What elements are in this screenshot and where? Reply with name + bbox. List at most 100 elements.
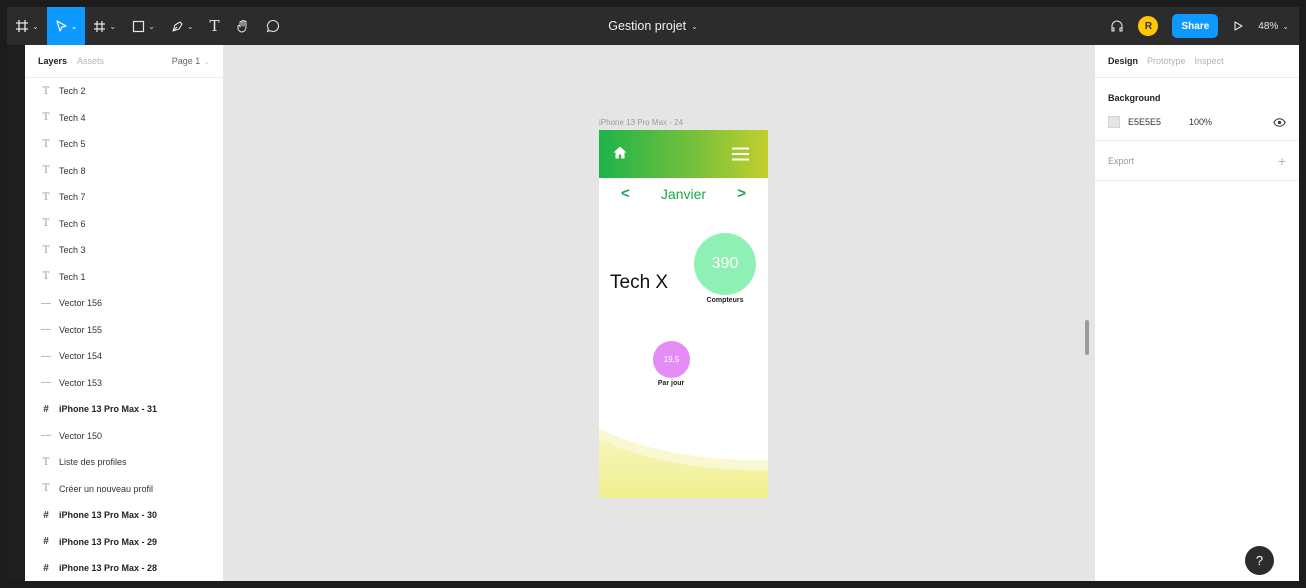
export-label: Export bbox=[1108, 155, 1135, 166]
layer-item[interactable]: T Tech 4 bbox=[25, 105, 223, 132]
daily-value: 19,5 bbox=[663, 355, 680, 364]
layer-item[interactable]: # iPhone 13 Pro Max - 30 bbox=[25, 502, 223, 529]
hamburger-menu-icon[interactable] bbox=[732, 147, 749, 161]
layer-item[interactable]: — Vector 150 bbox=[25, 423, 223, 450]
layer-item[interactable]: T Tech 5 bbox=[25, 131, 223, 158]
phone-header bbox=[599, 130, 768, 178]
chevron-down-icon: ⌄ bbox=[691, 21, 698, 31]
vector-layer-icon: — bbox=[41, 350, 51, 362]
layer-label: iPhone 13 Pro Max - 28 bbox=[59, 563, 158, 574]
background-color-swatch[interactable] bbox=[1108, 116, 1120, 128]
tab-design[interactable]: Design bbox=[1108, 56, 1138, 66]
text-layer-icon: T bbox=[42, 165, 50, 177]
avatar[interactable]: R bbox=[1138, 16, 1159, 36]
layer-item[interactable]: — Vector 153 bbox=[25, 370, 223, 397]
frame-layer-icon: # bbox=[43, 509, 49, 521]
add-export-icon[interactable]: + bbox=[1278, 153, 1286, 169]
layer-label: Tech 1 bbox=[59, 271, 86, 282]
hand-tool-icon bbox=[236, 20, 247, 33]
layers-panel-header: Layers Assets Page 1 ⌄ bbox=[25, 45, 223, 78]
frame-layer-icon: # bbox=[43, 536, 49, 548]
layer-item[interactable]: T Tech 3 bbox=[25, 237, 223, 264]
text-layer-icon: T bbox=[42, 244, 50, 256]
text-layer-icon: T bbox=[42, 191, 50, 203]
text-layer-icon: T bbox=[42, 112, 50, 124]
chevron-down-icon: ⌄ bbox=[203, 56, 210, 66]
eye-icon[interactable] bbox=[1273, 117, 1286, 127]
background-opacity-input[interactable]: 100% bbox=[1189, 117, 1273, 127]
zoom-menu[interactable]: 48% ⌄ bbox=[1258, 21, 1289, 32]
layer-item[interactable]: # iPhone 13 Pro Max - 28 bbox=[25, 555, 223, 582]
layer-label: Tech 2 bbox=[59, 86, 86, 97]
layer-item[interactable]: T Tech 2 bbox=[25, 78, 223, 105]
tab-assets[interactable]: Assets bbox=[77, 56, 104, 66]
next-month-arrow[interactable]: > bbox=[737, 185, 746, 202]
layer-item[interactable]: — Vector 154 bbox=[25, 343, 223, 370]
text-layer-icon: T bbox=[42, 138, 50, 150]
chevron-down-icon: ⌄ bbox=[148, 21, 155, 31]
layer-label: Créer un nouveau profil bbox=[59, 483, 154, 494]
pen-tool-button[interactable]: ⌄ bbox=[163, 7, 202, 45]
tab-layers[interactable]: Layers bbox=[38, 56, 67, 66]
hand-tool-button[interactable] bbox=[228, 7, 258, 45]
frame-label[interactable]: iPhone 13 Pro Max - 24 bbox=[599, 118, 683, 127]
text-tool-button[interactable]: T bbox=[202, 7, 228, 45]
frame-tool-button[interactable]: ⌄ bbox=[85, 7, 124, 45]
chevron-down-icon: ⌄ bbox=[1282, 21, 1289, 31]
tab-prototype[interactable]: Prototype bbox=[1147, 56, 1186, 66]
text-layer-icon: T bbox=[42, 483, 50, 495]
layer-label: Vector 155 bbox=[59, 324, 103, 335]
layer-item[interactable]: T Tech 8 bbox=[25, 158, 223, 185]
daily-circle: 19,5 bbox=[653, 341, 690, 378]
layer-item[interactable]: T Tech 1 bbox=[25, 264, 223, 291]
vertical-scrollbar[interactable] bbox=[1085, 320, 1089, 355]
background-title: Background bbox=[1108, 93, 1161, 103]
toolbar-right: R Share 48% ⌄ bbox=[1110, 7, 1289, 45]
text-layer-icon: T bbox=[42, 456, 50, 468]
page-name: Page 1 bbox=[171, 56, 201, 66]
file-name-button[interactable]: Gestion projet ⌄ bbox=[608, 19, 698, 33]
main-menu-button[interactable]: ⌄ bbox=[7, 7, 47, 45]
help-button[interactable]: ? bbox=[1245, 546, 1274, 575]
layer-item[interactable]: # iPhone 13 Pro Max - 31 bbox=[25, 396, 223, 423]
comment-tool-icon bbox=[266, 19, 279, 33]
layer-item[interactable]: T Tech 6 bbox=[25, 211, 223, 238]
layer-label: Tech 6 bbox=[59, 218, 86, 229]
layer-item[interactable]: # iPhone 13 Pro Max - 29 bbox=[25, 529, 223, 556]
tab-inspect[interactable]: Inspect bbox=[1195, 56, 1224, 66]
home-icon[interactable] bbox=[613, 146, 627, 159]
layer-item[interactable]: T Liste des profiles bbox=[25, 449, 223, 476]
phone-frame[interactable]: < Janvier > 390 Compteurs Tech X 19,5 Pa… bbox=[599, 130, 768, 498]
layer-label: iPhone 13 Pro Max - 30 bbox=[59, 510, 158, 521]
move-tool-button[interactable]: ⌄ bbox=[46, 7, 86, 45]
design-panel: Design Prototype Inspect Background E5E5… bbox=[1094, 45, 1299, 588]
layer-label: Tech 5 bbox=[59, 139, 86, 150]
layer-label: Tech 3 bbox=[59, 245, 86, 256]
vector-layer-icon: — bbox=[41, 297, 51, 309]
vector-layer-icon: — bbox=[41, 430, 51, 442]
layer-item[interactable]: T Créer un nouveau profil bbox=[25, 476, 223, 503]
text-layer-icon: T bbox=[42, 85, 50, 97]
play-icon[interactable] bbox=[1232, 20, 1244, 32]
layer-item[interactable]: — Vector 156 bbox=[25, 290, 223, 317]
background-hex-input[interactable]: E5E5E5 bbox=[1128, 117, 1189, 127]
top-toolbar: ⌄ ⌄ ⌄ ⌄ ⌄ T Gestion projet ⌄ R Share 48%… bbox=[7, 7, 1299, 45]
counter-circle: 390 bbox=[694, 233, 756, 295]
layer-label: iPhone 13 Pro Max - 31 bbox=[59, 404, 158, 415]
chevron-down-icon: ⌄ bbox=[32, 21, 39, 31]
layer-item[interactable]: T Tech 7 bbox=[25, 184, 223, 211]
chevron-down-icon: ⌄ bbox=[109, 21, 117, 31]
counter-value: 390 bbox=[711, 255, 739, 272]
share-button[interactable]: Share bbox=[1172, 14, 1219, 38]
layer-item[interactable]: — Vector 155 bbox=[25, 317, 223, 344]
text-layer-icon: T bbox=[42, 218, 50, 230]
month-navigator: < Janvier > bbox=[599, 185, 768, 203]
page-selector[interactable]: Page 1 ⌄ bbox=[172, 56, 210, 66]
layer-label: Tech 8 bbox=[59, 165, 86, 176]
comment-tool-button[interactable] bbox=[258, 7, 288, 45]
canvas[interactable]: iPhone 13 Pro Max - 24 < Janvier > 390 C… bbox=[224, 45, 1094, 588]
frame-layer-icon: # bbox=[43, 403, 49, 415]
headphones-icon[interactable] bbox=[1110, 19, 1124, 33]
layer-label: iPhone 13 Pro Max - 29 bbox=[59, 536, 158, 547]
shape-tool-button[interactable]: ⌄ bbox=[124, 7, 163, 45]
